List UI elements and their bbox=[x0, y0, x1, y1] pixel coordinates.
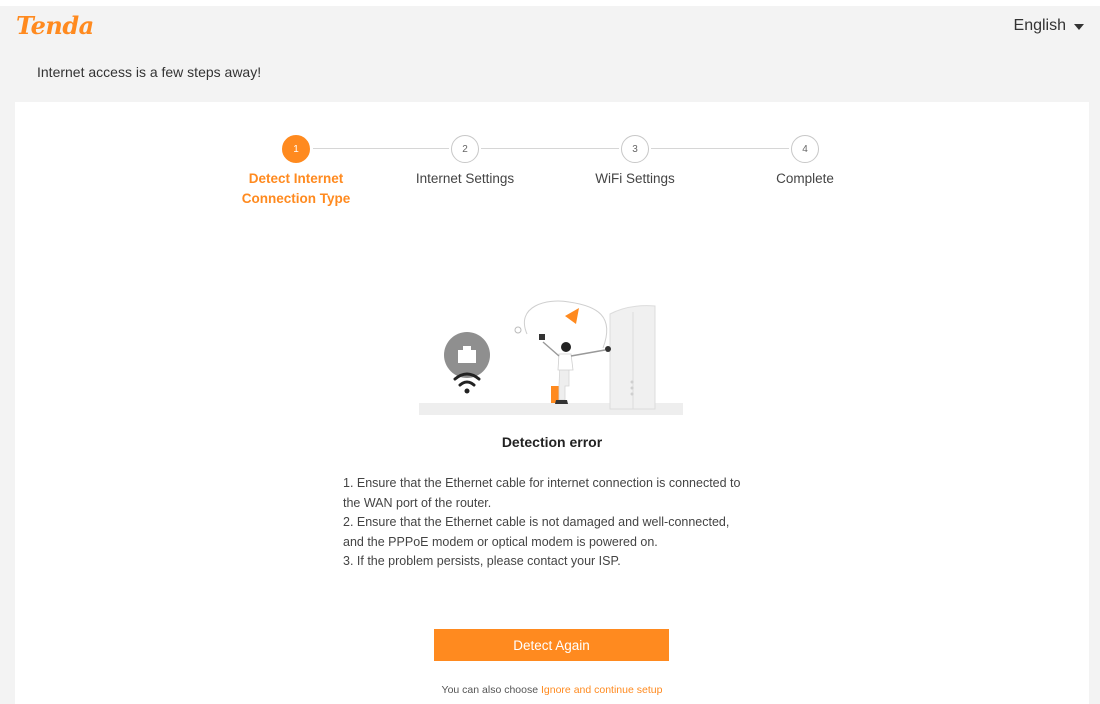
wizard-card: 1 2 3 4 Detect Internet Connection Type … bbox=[15, 102, 1089, 704]
step-4-label: Complete bbox=[776, 171, 834, 186]
step-1-circle: 1 bbox=[282, 135, 310, 163]
router-icon bbox=[609, 305, 656, 410]
step-2-label: Internet Settings bbox=[415, 171, 515, 186]
brand-logo: Tenda bbox=[16, 11, 94, 40]
step-3-circle: 3 bbox=[621, 135, 649, 163]
step-connector bbox=[651, 148, 789, 149]
cable-knot bbox=[514, 326, 522, 334]
warning-triangle-icon bbox=[565, 308, 579, 324]
instruction-1: 1. Ensure that the Ethernet cable for in… bbox=[343, 476, 741, 510]
step-3-label: WiFi Settings bbox=[595, 171, 675, 186]
language-selector[interactable]: English bbox=[1014, 17, 1084, 35]
detection-error-illustration bbox=[419, 300, 683, 415]
header: Tenda English Internet access is a few s… bbox=[0, 0, 1100, 96]
detect-again-button[interactable]: Detect Again bbox=[434, 629, 669, 661]
step-4-circle: 4 bbox=[791, 135, 819, 163]
instruction-3: 3. If the problem persists, please conta… bbox=[343, 554, 621, 568]
language-label: English bbox=[1013, 17, 1066, 34]
caret-down-icon bbox=[1074, 24, 1084, 30]
ethernet-port-icon bbox=[444, 332, 490, 378]
instruction-2: 2. Ensure that the Ethernet cable is not… bbox=[343, 515, 730, 549]
setup-wizard-page: Tenda English Internet access is a few s… bbox=[0, 0, 1100, 704]
ignore-continue-link[interactable]: Ignore and continue setup bbox=[541, 684, 662, 696]
error-title: Detection error bbox=[501, 434, 603, 450]
top-strip bbox=[0, 0, 1100, 6]
step-2-circle: 2 bbox=[451, 135, 479, 163]
error-instructions: 1. Ensure that the Ethernet cable for in… bbox=[343, 474, 743, 572]
alt-prefix-text: You can also choose bbox=[441, 684, 539, 696]
page-subtitle: Internet access is a few steps away! bbox=[37, 64, 262, 80]
step-1-label: Detect Internet Connection Type bbox=[241, 171, 351, 206]
alternative-action: You can also choose Ignore and continue … bbox=[15, 684, 1089, 696]
step-connector bbox=[481, 148, 619, 149]
step-connector bbox=[313, 148, 449, 149]
person-illustration bbox=[539, 334, 611, 404]
cable-line bbox=[524, 300, 608, 349]
